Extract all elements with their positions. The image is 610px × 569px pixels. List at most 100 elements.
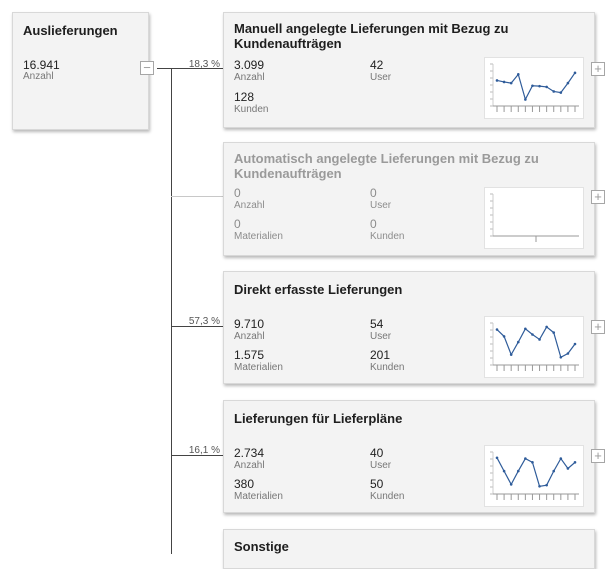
trend-line [496,72,576,102]
metric-value: 201 [370,348,391,362]
trend-point [573,342,577,346]
trend-point [566,81,570,85]
trend-point [545,483,548,487]
trend-line [496,325,576,359]
root-title: Auslieferungen [23,23,118,38]
metric-value: 2.734 [234,446,265,460]
trend-sparkline [484,316,584,378]
trend-point [545,325,548,329]
trend-point [495,456,499,460]
branch-title-2: Automatisch angelegte Lieferungen mit Be… [234,151,539,181]
metric-label: User [370,460,392,471]
branch-connector-2 [171,196,223,197]
metric-value: 1.575 [234,348,265,362]
sparkline-svg [490,193,579,242]
metric-label: Anzahl [234,72,265,83]
metric-value: 0 [234,186,241,200]
metric-value: 9.710 [234,317,265,331]
branch-percent-1: 18,3 % [188,59,220,70]
metric-label: Kunden [370,491,405,502]
metric-value: 380 [234,477,255,491]
metric-label: Materialien [234,491,283,502]
metric-label: Kunden [370,362,405,373]
metric-label: User [370,331,392,342]
trend-point [559,91,563,94]
trend-point [552,331,556,334]
metric-label: Anzahl [234,331,265,342]
root-card[interactable]: Auslieferungen 16.941 Anzahl [12,12,149,130]
branch-card-5[interactable]: Sonstige [223,529,595,569]
trend-point [531,84,534,88]
trend-point [538,485,541,488]
trend-point [538,338,541,341]
metric-value: 0 [370,217,377,231]
trend-point [538,84,541,88]
trend-point [531,461,534,464]
trend-point [495,79,499,82]
trend-point [566,352,570,355]
expand-button-3[interactable]: + [591,320,605,334]
empty-sparkline [484,187,584,249]
trend-point [559,356,563,359]
trend-point [502,80,506,84]
tree-trunk [171,68,172,554]
trend-point [566,467,570,470]
metric-label: Materialien [234,231,283,242]
trend-point [516,73,520,76]
metric-value: 128 [234,90,255,104]
branch-percent-4: 16,1 % [188,445,220,456]
branch-percent-3: 57,3 % [188,316,220,327]
trend-point [552,90,556,93]
expand-button-1[interactable]: + [591,62,605,76]
branch-title-4: Lieferungen für Lieferpläne [234,411,403,426]
trend-point [524,457,527,460]
trend-point [502,335,506,338]
metric-value: 54 [370,317,384,331]
expand-button-4[interactable]: + [591,449,605,463]
trend-point [545,85,548,89]
branch-card-1[interactable]: Manuell angelegte Lieferungen mit Bezug … [223,12,595,128]
metric-value: 0 [370,186,377,200]
metric-label: Anzahl [234,460,265,471]
trend-point [509,353,513,356]
trend-point [552,469,556,473]
trend-point [573,71,577,75]
collapse-button[interactable]: − [140,61,154,75]
trend-line [496,457,576,487]
trend-point [531,333,534,336]
metric-label: Materialien [234,362,283,373]
sparkline-svg [490,451,579,500]
trend-point [495,328,499,331]
metric-value: 3.099 [234,58,265,72]
expand-button-2[interactable]: + [591,190,605,204]
trend-point [502,469,506,473]
trend-point [516,340,520,344]
trend-point [516,469,520,473]
branch-card-4[interactable]: Lieferungen für Lieferpläne 2.734 Anzahl… [223,400,595,513]
trend-point [509,483,513,486]
root-count-label: Anzahl [23,71,54,82]
trend-point [559,457,563,460]
trend-sparkline [484,57,584,119]
branch-title-3: Direkt erfasste Lieferungen [234,282,403,297]
trend-point [509,81,513,85]
branch-card-3[interactable]: Direkt erfasste Lieferungen 9.710 Anzahl… [223,271,595,384]
metric-label: Anzahl [234,200,265,211]
metric-label: User [370,200,392,211]
trend-point [573,461,577,464]
trend-point [524,98,527,101]
sparkline-svg [490,63,579,112]
trend-point [524,327,527,331]
metric-label: Kunden [370,231,405,242]
metric-value: 42 [370,58,384,72]
branch-card-2[interactable]: Automatisch angelegte Lieferungen mit Be… [223,142,595,256]
branch-title-5: Sonstige [234,539,289,554]
metric-label: Kunden [234,104,269,115]
metric-value: 0 [234,217,241,231]
metric-value: 40 [370,446,384,460]
branch-title-1: Manuell angelegte Lieferungen mit Bezug … [234,21,509,51]
metric-label: User [370,72,392,83]
sparkline-svg [490,322,579,371]
metric-value: 50 [370,477,384,491]
trend-sparkline [484,445,584,507]
